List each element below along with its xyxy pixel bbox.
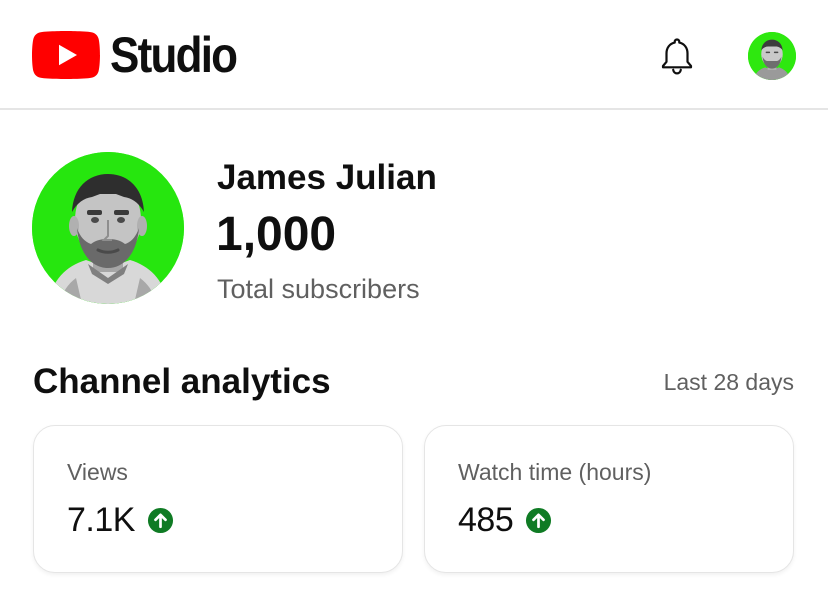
channel-analytics-heading: Channel analytics xyxy=(33,362,331,401)
studio-logo[interactable]: Studio xyxy=(32,30,254,80)
arrow-up-circle-icon xyxy=(526,507,552,533)
watch-time-metric-card[interactable]: Watch time (hours) 485 xyxy=(424,425,794,573)
views-metric-value: 7.1K xyxy=(67,501,135,539)
subscriber-count-label: Total subscribers xyxy=(217,274,420,304)
watch-time-metric-value: 485 xyxy=(458,501,514,539)
watch-time-metric-value-row: 485 xyxy=(458,499,552,541)
watch-time-metric-label: Watch time (hours) xyxy=(458,459,652,485)
account-avatar-button[interactable] xyxy=(748,32,796,80)
views-metric-label: Views xyxy=(67,459,128,485)
youtube-play-logo-icon xyxy=(32,31,100,79)
analytics-period-selector[interactable]: Last 28 days xyxy=(664,366,794,398)
subscriber-count: 1,000 xyxy=(216,208,337,261)
bell-icon xyxy=(661,38,693,75)
views-metric-card[interactable]: Views 7.1K xyxy=(33,425,403,573)
account-avatar-image xyxy=(748,32,796,80)
views-metric-value-row: 7.1K xyxy=(67,499,174,541)
channel-avatar-image xyxy=(32,152,184,304)
top-app-bar: Studio xyxy=(0,0,828,110)
channel-name: James Julian xyxy=(217,158,437,197)
studio-home-page: Studio James Julian 1,000 Total subscrib… xyxy=(0,0,828,597)
notifications-button[interactable] xyxy=(654,33,700,79)
arrow-up-circle-icon xyxy=(147,507,173,533)
studio-wordmark: Studio xyxy=(110,27,238,83)
channel-avatar xyxy=(32,152,184,304)
